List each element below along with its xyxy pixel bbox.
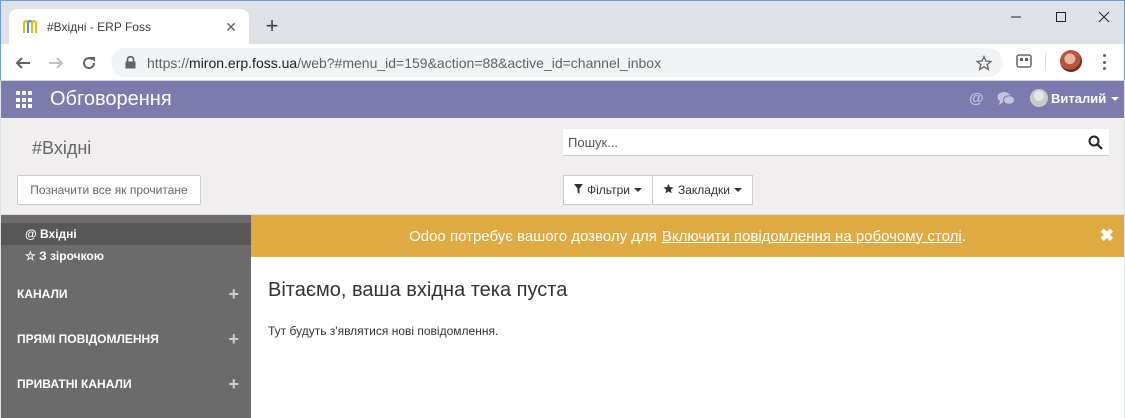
breadcrumb: #Вхідні [32, 138, 92, 158]
tab-title: #Вхідні - ERP Foss [47, 20, 151, 34]
lock-icon[interactable] [123, 56, 137, 70]
extension-icon[interactable] [1015, 52, 1033, 70]
mark-all-read-button[interactable]: Позначити все як прочитане [17, 175, 201, 205]
search-input[interactable] [563, 129, 1086, 155]
sidebar-item-inbox[interactable]: @ Вхідні [1, 223, 251, 245]
browser-titlebar: #Вхідні - ERP Foss ✕ + [0, 0, 1125, 45]
url-text: https://miron.erp.foss.ua/web?#menu_id=1… [147, 54, 662, 71]
empty-inbox-text: Тут будуть з'являтися нові повідомлення. [268, 324, 499, 338]
chat-icon[interactable] [997, 91, 1017, 108]
search-icon[interactable] [1086, 133, 1104, 151]
odoo-app: Обговорення @ Виталий #Вхідні Позначити … [1, 81, 1124, 418]
tab-close-icon[interactable]: ✕ [223, 19, 239, 35]
control-panel: #Вхідні Позначити все як прочитане Фільт… [1, 118, 1124, 215]
chevron-down-icon [1111, 97, 1120, 101]
toolbar-separator [1045, 53, 1046, 71]
section-label: ПРЯМІ ПОВІДОМЛЕННЯ [17, 332, 159, 346]
add-private-channel-icon[interactable]: + [228, 374, 239, 394]
discuss-sidebar: @ Вхідні ☆ З зірочкою КАНАЛИ + ПРЯМІ ПОВ… [1, 215, 251, 418]
sidebar-item-starred[interactable]: ☆ З зірочкою [1, 245, 251, 267]
filters-label: Фільтри [587, 183, 630, 197]
bookmark-star-icon[interactable] [975, 54, 993, 72]
profile-avatar[interactable] [1060, 50, 1082, 72]
add-channel-icon[interactable]: + [228, 284, 239, 304]
window-close-icon[interactable] [1094, 7, 1114, 27]
user-menu[interactable]: Виталий [1030, 89, 1120, 107]
odoo-favicon-icon [21, 18, 39, 36]
add-direct-message-icon[interactable]: + [228, 329, 239, 349]
empty-inbox-title: Вітаємо, ваша вхідна тека пуста [268, 279, 568, 301]
forward-arrow-icon[interactable] [44, 51, 68, 75]
sidebar-section-private-channels[interactable]: ПРИВАТНІ КАНАЛИ + [1, 373, 251, 395]
bookmarks-button[interactable]: Закладки [652, 175, 753, 205]
chevron-down-icon [633, 188, 642, 192]
section-label: ПРИВАТНІ КАНАЛИ [17, 377, 132, 391]
sidebar-section-direct-messages[interactable]: ПРЯМІ ПОВІДОМЛЕННЯ + [1, 328, 251, 350]
browser-tab[interactable]: #Вхідні - ERP Foss ✕ [9, 9, 249, 45]
star-icon [663, 183, 674, 197]
user-avatar [1030, 89, 1048, 107]
close-icon[interactable]: ✖ [1100, 227, 1114, 244]
browser-toolbar: https://miron.erp.foss.ua/web?#menu_id=1… [0, 44, 1125, 81]
notification-permission-bar: Odoo потребує вашого дозволу для Включит… [251, 215, 1124, 257]
back-arrow-icon[interactable] [11, 51, 35, 75]
notification-suffix: . [961, 227, 966, 245]
search-options-group: Фільтри Закладки [563, 175, 753, 205]
enable-notifications-link[interactable]: Включити повідомлення на робочому столі [662, 228, 962, 245]
section-label: КАНАЛИ [17, 287, 68, 301]
reload-icon[interactable] [77, 51, 101, 75]
search-box [563, 129, 1109, 156]
address-bar[interactable]: https://miron.erp.foss.ua/web?#menu_id=1… [111, 48, 1003, 77]
apps-grid-icon[interactable] [16, 91, 34, 109]
chevron-down-icon [733, 188, 742, 192]
thread-content: Odoo потребує вашого дозволу для Включит… [251, 215, 1124, 418]
mentions-icon[interactable]: @ [969, 90, 984, 107]
maximize-icon[interactable] [1051, 7, 1071, 27]
odoo-navbar: Обговорення @ Виталий [1, 81, 1124, 118]
sidebar-section-channels[interactable]: КАНАЛИ + [1, 283, 251, 305]
app-title[interactable]: Обговорення [50, 86, 172, 112]
notification-text: Odoo потребує вашого дозволу для [409, 227, 657, 245]
minimize-icon[interactable] [1006, 7, 1026, 27]
browser-menu-icon[interactable] [1098, 52, 1110, 72]
bookmarks-label: Закладки [677, 183, 730, 197]
new-tab-icon[interactable]: + [261, 15, 283, 37]
filters-button[interactable]: Фільтри [563, 175, 653, 205]
user-name: Виталий [1051, 90, 1107, 106]
filter-icon [574, 183, 583, 197]
